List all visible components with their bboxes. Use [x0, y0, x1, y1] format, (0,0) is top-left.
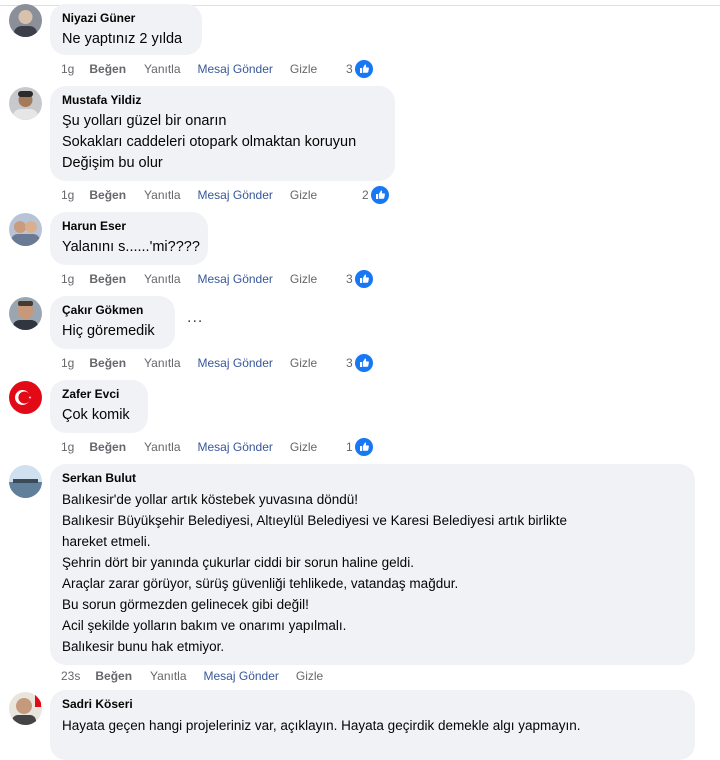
avatar[interactable] [9, 465, 42, 498]
hide-button[interactable]: Gizle [290, 188, 317, 202]
avatar[interactable] [9, 87, 42, 120]
comment-text: Balıkesir Büyükşehir Belediyesi, Altıeyl… [62, 513, 567, 528]
reply-button[interactable]: Yanıtla [150, 669, 186, 683]
reply-button[interactable]: Yanıtla [144, 356, 180, 370]
like-button[interactable]: Beğen [89, 62, 126, 76]
comment-text: Balıkesir'de yollar artık köstebek yuvas… [62, 492, 358, 507]
comment-author[interactable]: Niyazi Güner [62, 11, 190, 25]
comment-timestamp[interactable]: 23s [61, 669, 80, 683]
send-message-button[interactable]: Mesaj Gönder [198, 440, 273, 454]
comment-actions: 1g Beğen Yanıtla Mesaj Gönder Gizle [61, 354, 317, 372]
like-icon [354, 60, 373, 78]
comment-bubble: Zafer Evci Çok komik [50, 380, 148, 433]
comment-actions: 1g Beğen Yanıtla Mesaj Gönder Gizle [61, 60, 317, 78]
reply-button[interactable]: Yanıtla [144, 188, 180, 202]
reply-button[interactable]: Yanıtla [144, 272, 180, 286]
like-button[interactable]: Beğen [95, 669, 132, 683]
comment-bubble: Mustafa Yildiz Şu yolları güzel bir onar… [50, 86, 395, 181]
comment-timestamp[interactable]: 1g [61, 62, 74, 76]
comment-text: Hayata geçen hangi projeleriniz var, açı… [62, 718, 581, 733]
comment-timestamp[interactable]: 1g [61, 188, 74, 202]
turkish-flag-icon [9, 381, 42, 414]
comment-author[interactable]: Sadri Köseri [62, 697, 683, 711]
comment-author[interactable]: Çakır Gökmen [62, 303, 163, 317]
reaction-count[interactable]: 3 [346, 354, 373, 372]
reaction-count[interactable]: 1 [346, 438, 373, 456]
comment-text: Hiç göremedik [62, 323, 155, 339]
send-message-button[interactable]: Mesaj Gönder [198, 188, 273, 202]
hide-button[interactable]: Gizle [290, 62, 317, 76]
like-button[interactable]: Beğen [89, 188, 126, 202]
like-icon [354, 438, 373, 456]
reply-button[interactable]: Yanıtla [144, 62, 180, 76]
avatar[interactable] [9, 213, 42, 246]
hide-button[interactable]: Gizle [290, 272, 317, 286]
avatar[interactable] [9, 692, 42, 725]
comment-text: Ne yaptınız 2 yılda [62, 31, 183, 47]
comment-timestamp[interactable]: 1g [61, 356, 74, 370]
comment-actions: 23s Beğen Yanıtla Mesaj Gönder Gizle [61, 667, 323, 685]
comment-text: Acil şekilde yolların bakım ve onarımı y… [62, 618, 347, 633]
more-options-icon[interactable]: ... [187, 309, 203, 327]
comment-text: Değişim bu olur [62, 155, 163, 171]
like-icon [354, 270, 373, 288]
reply-button[interactable]: Yanıtla [144, 440, 180, 454]
comment-text: Çok komik [62, 407, 130, 423]
reaction-count[interactable]: 3 [346, 60, 373, 78]
hide-button[interactable]: Gizle [290, 440, 317, 454]
comment-bubble: Serkan Bulut Balıkesir'de yollar artık k… [50, 464, 695, 665]
comment-timestamp[interactable]: 1g [61, 272, 74, 286]
avatar[interactable] [9, 381, 42, 414]
reaction-count[interactable]: 2 [362, 186, 389, 204]
like-icon [354, 354, 373, 372]
comment-bubble: Çakır Gökmen Hiç göremedik [50, 296, 175, 349]
send-message-button[interactable]: Mesaj Gönder [204, 669, 279, 683]
comment-actions: 1g Beğen Yanıtla Mesaj Gönder Gizle [61, 270, 317, 288]
comment-actions: 1g Beğen Yanıtla Mesaj Gönder Gizle [61, 186, 317, 204]
comment-actions: 1g Beğen Yanıtla Mesaj Gönder Gizle [61, 438, 317, 456]
like-icon [370, 186, 389, 204]
comment-author[interactable]: Mustafa Yildiz [62, 93, 383, 107]
avatar[interactable] [9, 4, 42, 37]
comment-author[interactable]: Zafer Evci [62, 387, 136, 401]
comment-author[interactable]: Harun Eser [62, 219, 196, 233]
comment-bubble: Harun Eser Yalanını s......'mi???? [50, 212, 208, 265]
reaction-count[interactable]: 3 [346, 270, 373, 288]
send-message-button[interactable]: Mesaj Gönder [198, 62, 273, 76]
like-button[interactable]: Beğen [89, 440, 126, 454]
like-button[interactable]: Beğen [89, 356, 126, 370]
comment-text: Balıkesir bunu hak etmiyor. [62, 639, 225, 654]
comment-text: Sokakları caddeleri otopark olmaktan kor… [62, 134, 357, 150]
comment-text: hareket etmeli. [62, 534, 151, 549]
comment-text: Bu sorun görmezden gelinecek gibi değil! [62, 597, 309, 612]
comment-timestamp[interactable]: 1g [61, 440, 74, 454]
comment-text: Yalanını s......'mi???? [62, 239, 200, 255]
comment-text: Şu yolları güzel bir onarın [62, 113, 227, 129]
comment-text: Şehrin dört bir yanında çukurlar ciddi b… [62, 555, 414, 570]
avatar[interactable] [9, 297, 42, 330]
comment-bubble: Niyazi Güner Ne yaptınız 2 yılda [50, 4, 202, 55]
comment-author[interactable]: Serkan Bulut [62, 471, 683, 485]
send-message-button[interactable]: Mesaj Gönder [198, 272, 273, 286]
send-message-button[interactable]: Mesaj Gönder [198, 356, 273, 370]
like-button[interactable]: Beğen [89, 272, 126, 286]
hide-button[interactable]: Gizle [290, 356, 317, 370]
comment-bubble: Sadri Köseri Hayata geçen hangi projeler… [50, 690, 695, 760]
hide-button[interactable]: Gizle [296, 669, 323, 683]
comment-text: Araçlar zarar görüyor, sürüş güvenliği t… [62, 576, 459, 591]
